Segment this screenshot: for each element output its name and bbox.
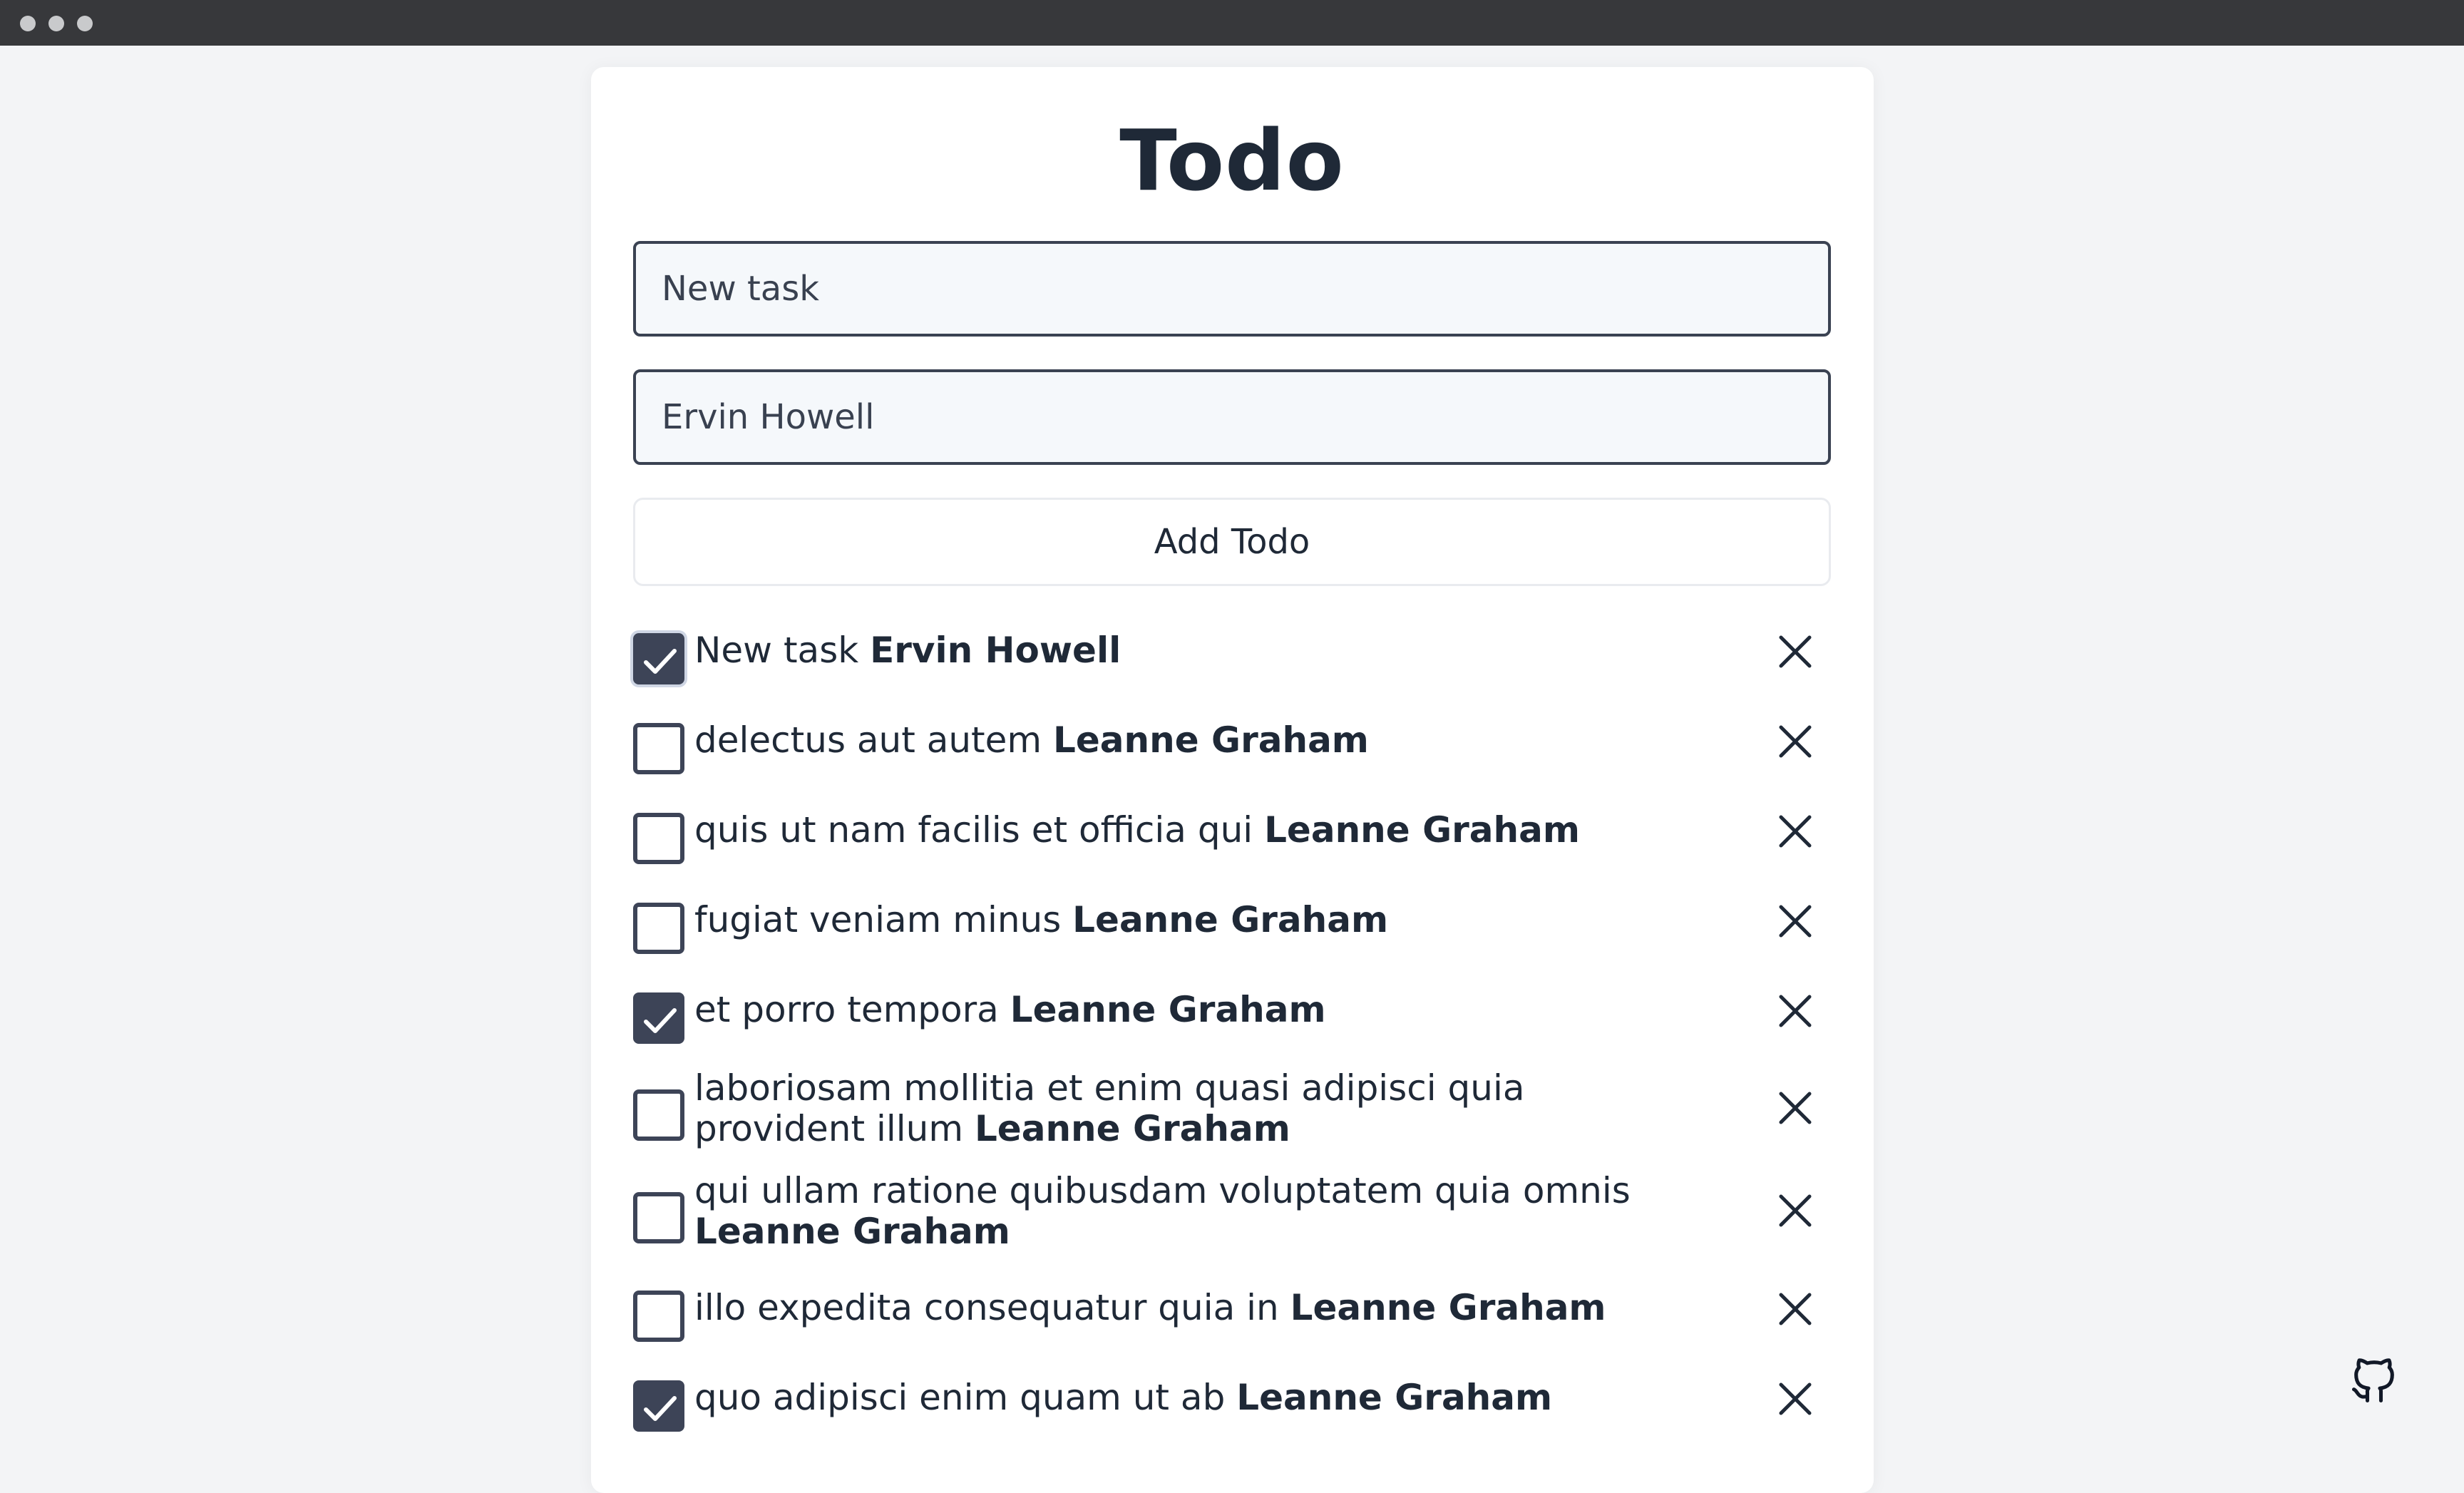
todo-assignee: Leanne Graham [974, 1108, 1290, 1149]
todo-checkbox[interactable] [633, 813, 684, 864]
window-maximize-button[interactable] [77, 16, 93, 31]
close-icon[interactable] [1774, 810, 1817, 853]
close-icon[interactable] [1774, 900, 1817, 943]
todo-label: laboriosam mollitia et enim quasi adipis… [694, 1068, 1671, 1149]
close-icon[interactable] [1774, 1087, 1817, 1129]
todo-assignee: Leanne Graham [1264, 809, 1580, 851]
todo-task-text: quis ut nam facilis et officia qui [694, 809, 1253, 851]
page-title: Todo [1119, 111, 1345, 210]
todo-checkbox[interactable] [633, 992, 684, 1044]
todo-label: New task Ervin Howell [694, 630, 1671, 671]
todo-task-text: delectus aut autem [694, 719, 1042, 761]
todo-label: qui ullam ratione quibusdam voluptatem q… [694, 1171, 1671, 1252]
todo-assignee: Leanne Graham [1010, 989, 1326, 1030]
window-minimize-button[interactable] [48, 16, 64, 31]
window-close-button[interactable] [20, 16, 36, 31]
github-icon[interactable] [2347, 1353, 2401, 1407]
todo-assignee: Leanne Graham [694, 1211, 1010, 1252]
todo-task-text: et porro tempora [694, 989, 999, 1030]
close-icon[interactable] [1774, 720, 1817, 763]
todo-label: delectus aut autem Leanne Graham [694, 720, 1671, 761]
todo-label: fugiat veniam minus Leanne Graham [694, 900, 1671, 940]
check-icon [644, 649, 677, 674]
todo-assignee: Leanne Graham [1236, 1377, 1553, 1418]
todo-checkbox[interactable] [633, 1089, 684, 1141]
todo-task-text: illo expedita consequatur quia in [694, 1287, 1279, 1328]
check-icon [644, 1396, 677, 1421]
todo-checkbox[interactable] [633, 1192, 684, 1243]
todo-task-text: qui ullam ratione quibusdam voluptatem q… [694, 1170, 1631, 1211]
todo-assignee: Ervin Howell [870, 630, 1121, 671]
todo-checkbox[interactable] [633, 633, 684, 684]
add-todo-button[interactable]: Add Todo [633, 498, 1831, 586]
todo-task-text: quo adipisci enim quam ut ab [694, 1377, 1226, 1418]
close-icon[interactable] [1774, 1377, 1817, 1420]
todo-checkbox[interactable] [633, 903, 684, 954]
todo-label: quo adipisci enim quam ut ab Leanne Grah… [694, 1377, 1671, 1418]
todo-task-text: New task [694, 630, 859, 671]
todo-label: et porro tempora Leanne Graham [694, 990, 1671, 1030]
todo-assignee: Leanne Graham [1072, 899, 1389, 940]
todo-assignee: Leanne Graham [1290, 1287, 1606, 1328]
todo-label: illo expedita consequatur quia in Leanne… [694, 1288, 1671, 1328]
check-icon [644, 1008, 677, 1033]
todo-task-text: fugiat veniam minus [694, 899, 1062, 940]
todo-label: quis ut nam facilis et officia qui Leann… [694, 810, 1671, 851]
close-icon[interactable] [1774, 630, 1817, 673]
todo-assignee: Leanne Graham [1053, 719, 1369, 761]
todo-checkbox[interactable] [633, 1291, 684, 1342]
close-icon[interactable] [1774, 1288, 1817, 1330]
close-icon[interactable] [1774, 990, 1817, 1032]
assignee-input[interactable] [633, 369, 1831, 465]
todo-checkbox[interactable] [633, 723, 684, 774]
task-input[interactable] [633, 241, 1831, 337]
window-titlebar [0, 0, 2464, 46]
close-icon[interactable] [1774, 1189, 1817, 1232]
todo-checkbox[interactable] [633, 1380, 684, 1432]
